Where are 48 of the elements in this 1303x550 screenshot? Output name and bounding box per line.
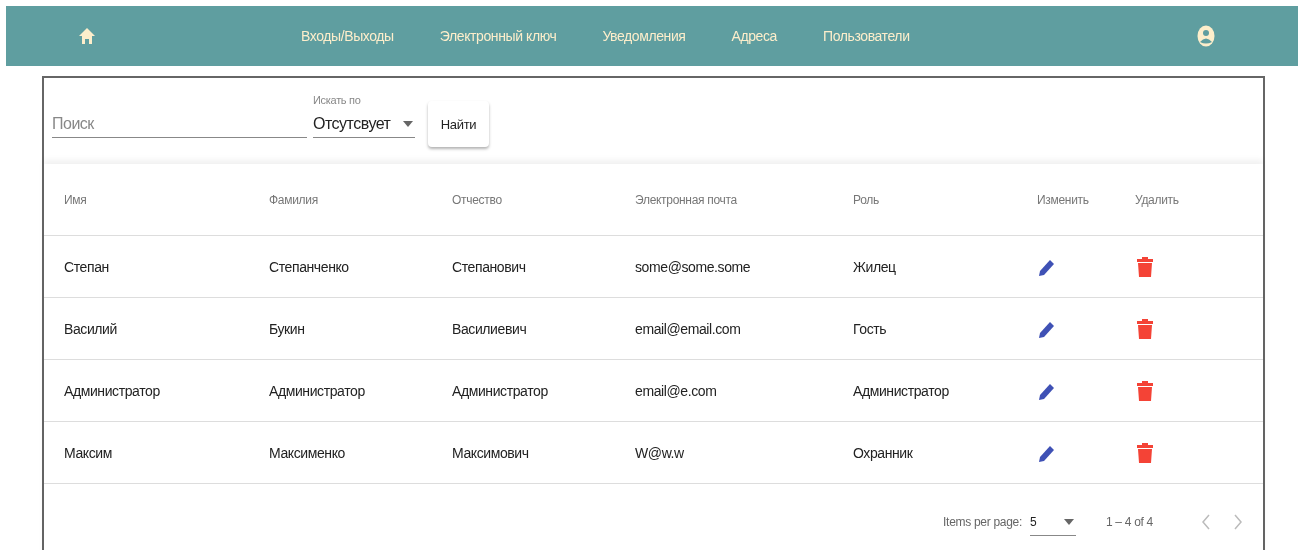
table-cell-text: email@e.com xyxy=(635,382,718,399)
search-by-select[interactable]: Отсутсвует xyxy=(313,106,415,138)
column-header: Фамилия xyxy=(269,192,319,207)
column-header: Изменить xyxy=(1037,192,1090,207)
range-label: 1 – 4 of 4 xyxy=(1105,515,1153,529)
table-cell-text: Максимович xyxy=(452,444,530,461)
nav-link[interactable]: Адреса xyxy=(731,28,777,44)
table-cell-text: Степанченко xyxy=(269,258,350,275)
items-per-page-label: Items per page: xyxy=(943,515,1022,529)
table-cell-text: Жилец xyxy=(853,258,897,275)
table-cell-text: Василиевич xyxy=(452,320,528,337)
home-icon[interactable] xyxy=(78,27,96,45)
table-cell-text: Охранник xyxy=(853,444,914,461)
column-header: Роль xyxy=(853,192,880,207)
table-cell-text: Василий xyxy=(64,320,118,337)
page-size-select[interactable]: 5 xyxy=(1029,508,1076,536)
table-cell-text: W@w.w xyxy=(635,444,685,461)
previous-page-icon[interactable] xyxy=(1201,514,1211,530)
trash-icon[interactable] xyxy=(1135,255,1155,278)
user-icon[interactable] xyxy=(1197,25,1215,47)
table-cell-text: Степанович xyxy=(452,258,527,275)
next-page-icon[interactable] xyxy=(1233,514,1243,530)
table-cell-text: Администратор xyxy=(452,382,549,399)
column-header: Имя xyxy=(64,192,88,207)
trash-icon[interactable] xyxy=(1135,317,1155,340)
nav-link[interactable]: Электронный ключ xyxy=(439,28,557,44)
table-cell-text: some@some.some xyxy=(635,258,752,275)
table-cell-text: Гость xyxy=(853,320,888,337)
select-label: Искать по xyxy=(313,94,362,106)
table-cell-text: Букин xyxy=(269,320,306,337)
table-cell-text: Администратор xyxy=(853,382,950,399)
nav-link[interactable]: Уведомления xyxy=(602,28,686,44)
table-cell-text: Администратор xyxy=(64,382,161,399)
column-header: Удалить xyxy=(1135,192,1180,207)
find-button[interactable]: Найти xyxy=(428,101,489,147)
table-cell-text: Максим xyxy=(64,444,113,461)
table-cell-text: Администратор xyxy=(269,382,366,399)
trash-icon[interactable] xyxy=(1135,379,1155,402)
table-cell-text: email@email.com xyxy=(635,320,742,337)
nav-link[interactable]: Пользователи xyxy=(823,28,910,44)
caret-icon[interactable] xyxy=(1063,518,1074,525)
column-header: Отчество xyxy=(452,192,503,207)
column-header: Электронная почта xyxy=(635,192,738,207)
table-cell-text: Степан xyxy=(64,258,110,275)
nav-link[interactable]: Входы/Выходы xyxy=(301,28,394,44)
table-cell-text: Максименко xyxy=(269,444,346,461)
caret-icon[interactable] xyxy=(403,121,413,127)
trash-icon[interactable] xyxy=(1135,441,1155,464)
